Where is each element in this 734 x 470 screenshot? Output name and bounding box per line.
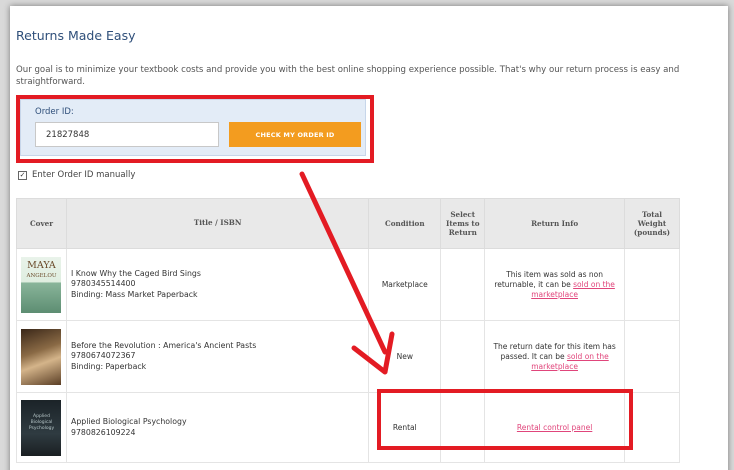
header-title: Title / ISBN — [65, 198, 370, 249]
page-title: Returns Made Easy — [16, 28, 136, 43]
book-cover-image — [21, 328, 62, 385]
book-title: Before the Revolution : America's Ancien… — [70, 340, 257, 350]
manual-entry-label: Enter Order ID manually — [32, 170, 136, 180]
header-cover: Cover — [16, 198, 67, 249]
book-cover-image: MAYA ANGELOU — [21, 256, 62, 313]
select-cell — [440, 320, 486, 393]
cover-cell: Applied Biological Psychology — [16, 392, 67, 463]
title-cell: I Know Why the Caged Bird Sings 97803455… — [65, 248, 370, 321]
weight-cell — [623, 320, 681, 393]
book-title: Applied Biological Psychology — [70, 417, 187, 426]
condition-cell: New — [368, 320, 442, 393]
book-binding: Binding: Mass Market Paperback — [70, 289, 198, 299]
book-isbn: 9780674072367 — [70, 351, 136, 361]
header-select: Select Items to Return — [440, 198, 486, 249]
header-weight: Total Weight (pounds) — [623, 198, 681, 249]
cover-text: Applied Biological Psychology — [28, 413, 55, 431]
condition-cell: Marketplace — [368, 248, 442, 321]
table-row: MAYA ANGELOU I Know Why the Caged Bird Si… — [16, 248, 681, 321]
book-isbn: 9780826109224 — [70, 427, 136, 437]
title-cell: Applied Biological Psychology 9780826109… — [65, 392, 370, 463]
return-info-cell: This item was sold as non returnable, it… — [484, 248, 625, 321]
select-cell — [440, 248, 486, 321]
header-condition: Condition — [368, 198, 442, 249]
book-isbn: 9780345514400 — [70, 279, 136, 289]
return-info-cell: The return date for this item has passed… — [484, 320, 625, 393]
book-title: I Know Why the Caged Bird Sings — [70, 268, 201, 278]
intro-text: Our goal is to minimize your textbook co… — [16, 65, 680, 87]
book-cover-image: Applied Biological Psychology — [21, 399, 62, 456]
order-highlight-box — [16, 95, 374, 163]
manual-entry-checkbox[interactable]: ✓ — [18, 170, 27, 180]
manual-entry-toggle[interactable]: ✓ Enter Order ID manually — [18, 170, 135, 180]
table-header-row: Cover Title / ISBN Condition Select Item… — [16, 198, 681, 249]
header-return-info: Return Info — [484, 198, 625, 249]
cover-cell — [16, 320, 67, 393]
weight-cell — [623, 248, 681, 321]
cover-text: MAYA ANGELOU — [26, 259, 57, 279]
rental-highlight-box — [377, 389, 633, 450]
cover-cell: MAYA ANGELOU — [16, 248, 67, 321]
book-binding: Binding: Paperback — [70, 361, 147, 371]
title-cell: Before the Revolution : America's Ancien… — [65, 320, 370, 393]
table-row: Before the Revolution : America's Ancien… — [16, 320, 681, 393]
